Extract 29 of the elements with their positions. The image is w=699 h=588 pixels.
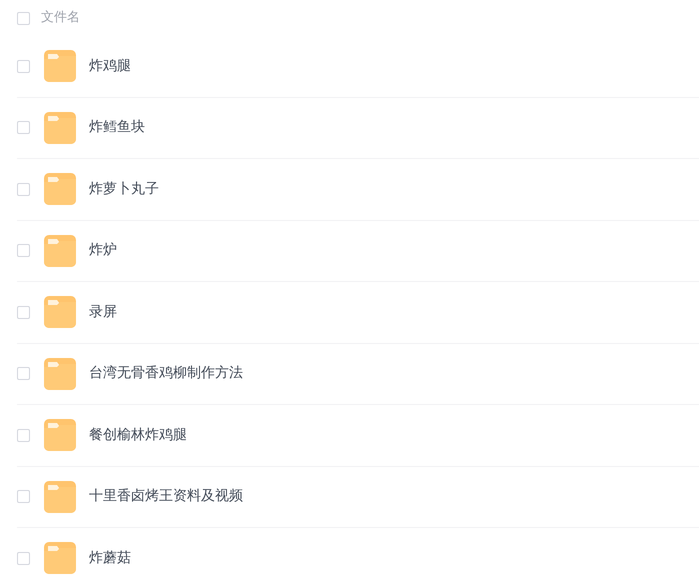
- file-name[interactable]: 十里香卤烤王资料及视频: [89, 486, 243, 508]
- folder-icon: [44, 542, 76, 574]
- checkbox[interactable]: [17, 182, 30, 196]
- folder-icon: [44, 358, 76, 390]
- folder-icon: [44, 480, 76, 513]
- file-name[interactable]: 餐创榆林炸鸡腿: [89, 424, 187, 446]
- folder-icon: [44, 173, 76, 206]
- checkbox[interactable]: [17, 244, 30, 258]
- file-name[interactable]: 炸炉: [89, 240, 117, 262]
- file-name[interactable]: 炸萝卜丸子: [89, 178, 159, 200]
- checkbox[interactable]: [17, 306, 30, 319]
- folder-icon: [44, 234, 76, 267]
- file-name[interactable]: 炸鳕鱼块: [89, 117, 145, 138]
- column-header: 文件名: [41, 9, 80, 28]
- checkbox[interactable]: [17, 121, 30, 134]
- file-name[interactable]: 录屏: [89, 302, 117, 323]
- checkbox[interactable]: [17, 552, 30, 565]
- checkbox[interactable]: [17, 60, 30, 73]
- folder-icon: [44, 419, 76, 452]
- checkbox[interactable]: [17, 490, 30, 504]
- file-name[interactable]: 炸蘑菇: [89, 548, 131, 569]
- file-name[interactable]: 炸鸡腿: [89, 56, 131, 77]
- checkbox[interactable]: [17, 12, 30, 24]
- folder-icon: [44, 112, 76, 144]
- checkbox[interactable]: [17, 367, 30, 380]
- checkbox[interactable]: [17, 428, 30, 442]
- folder-icon: [44, 50, 76, 82]
- file-name[interactable]: 台湾无骨香鸡柳制作方法: [89, 363, 243, 384]
- folder-icon: [44, 296, 76, 328]
